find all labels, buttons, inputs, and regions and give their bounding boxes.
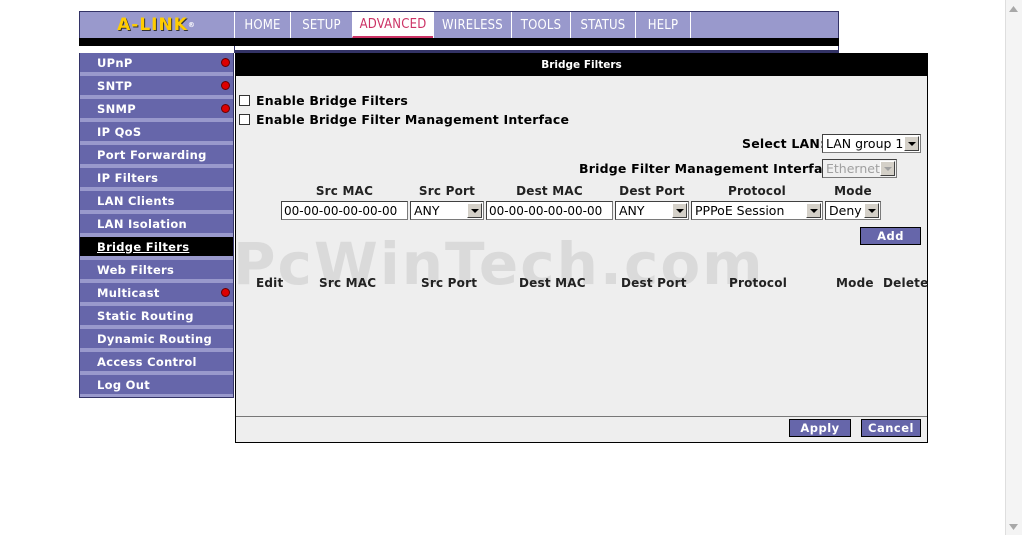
col-protocol: Protocol bbox=[727, 184, 786, 198]
scroll-down-icon[interactable] bbox=[1007, 520, 1020, 533]
src-port-dropdown[interactable]: ANY bbox=[410, 201, 484, 220]
list-col-edit: Edit bbox=[256, 276, 284, 290]
src-port-value: ANY bbox=[414, 203, 440, 218]
protocol-dropdown[interactable]: PPPoE Session bbox=[691, 201, 823, 220]
tab-filler bbox=[690, 12, 838, 38]
enable-bridge-filters-checkbox[interactable] bbox=[239, 95, 250, 106]
enable-mgmt-interface-checkbox[interactable] bbox=[239, 114, 250, 125]
sidebar-item-label: LAN Isolation bbox=[97, 216, 188, 231]
mode-value: Deny bbox=[829, 203, 862, 218]
sidebar-item-label: UPnP bbox=[97, 55, 133, 70]
select-lan-dropdown[interactable]: LAN group 1 bbox=[822, 134, 921, 153]
sidebar-item-port-forwarding[interactable]: Port Forwarding bbox=[80, 145, 233, 166]
sidebar-item-snmp[interactable]: SNMP bbox=[80, 99, 233, 120]
mgmt-interface-dropdown[interactable]: Ethernet bbox=[822, 159, 897, 178]
list-col-src-mac: Src MAC bbox=[319, 276, 377, 290]
sidebar-item-label: Log Out bbox=[97, 377, 151, 392]
chevron-down-icon bbox=[904, 136, 919, 151]
tab-wireless[interactable]: WIRELESS bbox=[433, 12, 511, 38]
sidebar-item-lan-isolation[interactable]: LAN Isolation bbox=[80, 214, 233, 235]
brand-logo: A-LINK ® bbox=[80, 12, 233, 38]
list-col-delete: Delete bbox=[883, 276, 929, 290]
scroll-up-icon[interactable] bbox=[1007, 2, 1020, 15]
sidebar-item-label: LAN Clients bbox=[97, 193, 175, 208]
tab-setup[interactable]: SETUP bbox=[290, 12, 352, 38]
src-mac-input[interactable]: 00-00-00-00-00-00 bbox=[281, 201, 408, 220]
status-dot-icon bbox=[221, 104, 230, 113]
sidebar-item-label: Dynamic Routing bbox=[97, 331, 213, 346]
sidebar-item-static-routing[interactable]: Static Routing bbox=[80, 306, 233, 327]
tab-home[interactable]: HOME bbox=[234, 12, 290, 38]
col-dest-mac: Dest MAC bbox=[516, 184, 583, 198]
sidebar-item-web-filters[interactable]: Web Filters bbox=[80, 260, 233, 281]
list-col-mode: Mode bbox=[836, 276, 874, 290]
sidebar-item-multicast[interactable]: Multicast bbox=[80, 283, 233, 304]
cancel-button[interactable]: Cancel bbox=[861, 419, 921, 437]
dest-mac-input[interactable]: 00-00-00-00-00-00 bbox=[486, 201, 613, 220]
col-mode: Mode bbox=[834, 184, 872, 198]
chevron-down-icon bbox=[880, 161, 895, 176]
vertical-scrollbar[interactable] bbox=[1005, 0, 1022, 535]
protocol-value: PPPoE Session bbox=[695, 203, 785, 218]
mode-dropdown[interactable]: Deny bbox=[825, 201, 881, 220]
sidebar-item-label: Web Filters bbox=[97, 262, 175, 277]
enable-bridge-filters-label: Enable Bridge Filters bbox=[256, 93, 409, 108]
col-src-port: Src Port bbox=[418, 184, 476, 198]
brand-mark: ® bbox=[187, 21, 196, 29]
sidebar-item-label: Static Routing bbox=[97, 308, 194, 323]
sidebar-item-label: SNTP bbox=[97, 78, 133, 93]
tab-help[interactable]: HELP bbox=[635, 12, 690, 38]
sidebar-item-label: Port Forwarding bbox=[97, 147, 207, 162]
mgmt-interface-value: Ethernet bbox=[826, 161, 880, 176]
sidebar-item-ip-qos[interactable]: IP QoS bbox=[80, 122, 233, 143]
dest-port-dropdown[interactable]: ANY bbox=[615, 201, 689, 220]
sidebar-item-ip-filters[interactable]: IP Filters bbox=[80, 168, 233, 189]
status-dot-icon bbox=[221, 58, 230, 67]
list-col-dest-port: Dest Port bbox=[621, 276, 687, 290]
enable-mgmt-interface-label: Enable Bridge Filter Management Interfac… bbox=[256, 112, 570, 127]
sidebar-item-label: IP Filters bbox=[97, 170, 159, 185]
panel-footer-divider bbox=[236, 416, 927, 417]
brand-name: A-LINK bbox=[117, 15, 188, 35]
apply-button[interactable]: Apply bbox=[789, 419, 851, 437]
chevron-down-icon bbox=[467, 203, 482, 218]
sidebar-item-log-out[interactable]: Log Out bbox=[80, 375, 233, 396]
watermark: PcWinTech.com bbox=[233, 230, 765, 298]
tab-tools[interactable]: TOOLS bbox=[511, 12, 570, 38]
col-dest-port: Dest Port bbox=[619, 184, 685, 198]
select-lan-value: LAN group 1 bbox=[826, 136, 904, 151]
select-lan-label: Select LAN: bbox=[742, 136, 826, 151]
sidebar-item-bridge-filters[interactable]: Bridge Filters bbox=[80, 237, 233, 258]
sidebar-item-sntp[interactable]: SNTP bbox=[80, 76, 233, 97]
sidebar-item-access-control[interactable]: Access Control bbox=[80, 352, 233, 373]
status-dot-icon bbox=[221, 81, 230, 90]
sidebar-item-label: Access Control bbox=[97, 354, 197, 369]
dest-port-value: ANY bbox=[619, 203, 645, 218]
chevron-down-icon bbox=[806, 203, 821, 218]
sidebar-item-label: Multicast bbox=[97, 285, 160, 300]
page-title: Bridge Filters bbox=[235, 53, 928, 76]
add-button[interactable]: Add bbox=[860, 227, 921, 245]
col-src-mac: Src MAC bbox=[315, 184, 374, 198]
sidebar-item-label: SNMP bbox=[97, 101, 136, 116]
chevron-down-icon bbox=[672, 203, 687, 218]
sidebar-item-label: IP QoS bbox=[97, 124, 142, 139]
sidebar-item-dynamic-routing[interactable]: Dynamic Routing bbox=[80, 329, 233, 350]
list-col-dest-mac: Dest MAC bbox=[519, 276, 586, 290]
mgmt-interface-label: Bridge Filter Management Interface: bbox=[579, 161, 845, 176]
chevron-down-icon bbox=[864, 203, 879, 218]
list-col-src-port: Src Port bbox=[421, 276, 478, 290]
sidebar-item-lan-clients[interactable]: LAN Clients bbox=[80, 191, 233, 212]
tab-status[interactable]: STATUS bbox=[570, 12, 635, 38]
sidebar-item-upnp[interactable]: UPnP bbox=[80, 53, 233, 74]
list-col-protocol: Protocol bbox=[729, 276, 788, 290]
tab-advanced[interactable]: ADVANCED bbox=[352, 12, 433, 38]
sidebar-item-label: Bridge Filters bbox=[97, 239, 190, 254]
nav-divider bbox=[79, 38, 839, 46]
status-dot-icon bbox=[221, 288, 230, 297]
